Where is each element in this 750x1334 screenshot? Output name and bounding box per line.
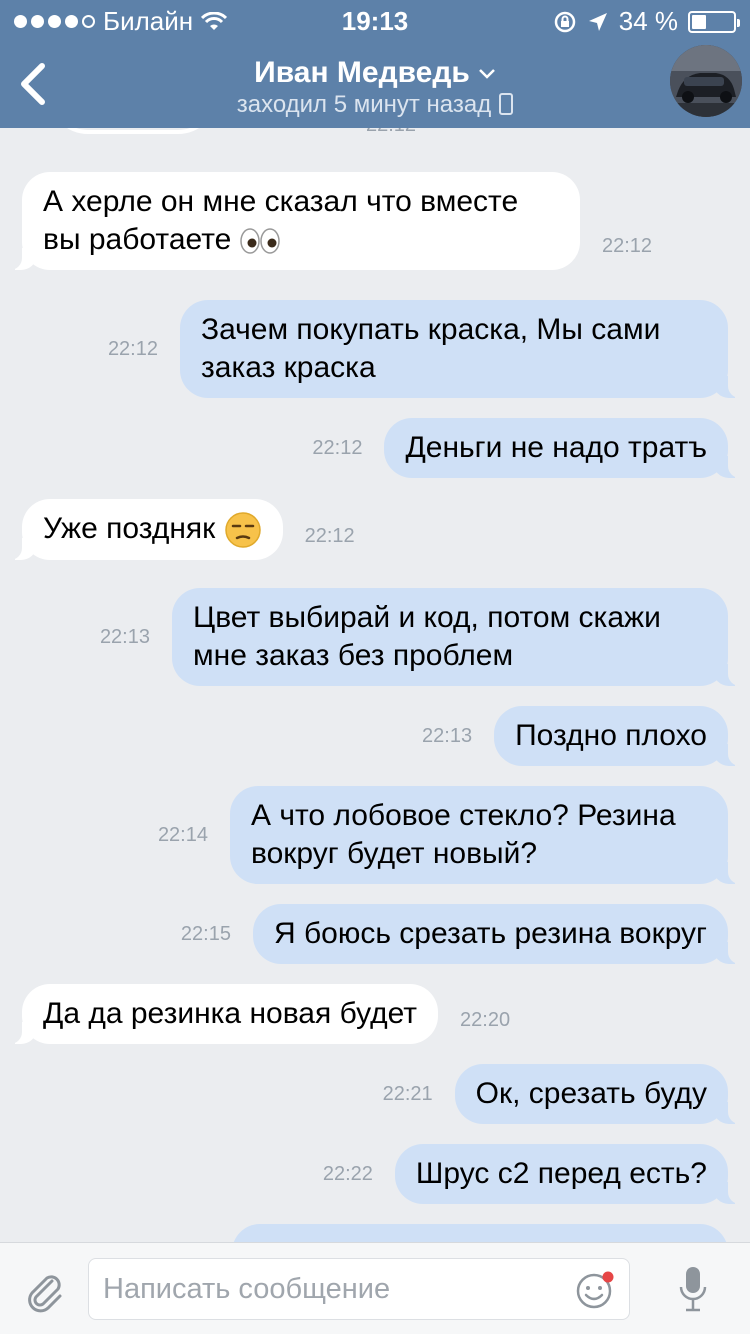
message-incoming: А херле он мне сказал что вместе вы рабо… xyxy=(8,172,653,270)
phone-icon xyxy=(499,93,514,115)
message-outgoing: 22:21 Ок, срезать буду xyxy=(382,1064,743,1124)
message-time: 22:12 xyxy=(366,128,416,137)
microphone-icon[interactable] xyxy=(678,1265,708,1313)
message-text: Уже поздняк xyxy=(43,512,216,545)
message-list[interactable]: 22:12 А херле он мне сказал что вместе в… xyxy=(0,128,750,1242)
message-input[interactable] xyxy=(103,1259,563,1319)
message-bubble[interactable]: Зачем покупать краска, Мы сами заказ кра… xyxy=(180,300,742,398)
message-time: 22:12 xyxy=(312,436,363,459)
battery-icon xyxy=(688,10,740,33)
message-text: Цвет выбирай и код, потом скажи мне зака… xyxy=(193,601,661,672)
composer-bar xyxy=(0,1242,750,1334)
message-bubble[interactable]: Уже поздняк xyxy=(8,499,283,561)
message-bubble[interactable]: Шрус с2 перед есть? xyxy=(394,1144,743,1204)
chat-header: Билайн 19:13 34 % Иван Медведь заходил 5… xyxy=(0,0,750,128)
message-outgoing: 22:12 Зачем покупать краска, Мы сами зак… xyxy=(107,300,742,398)
last-seen-status: заходил 5 минут назад xyxy=(0,91,750,119)
message-bubble[interactable]: Поздно плохо xyxy=(494,706,742,766)
location-arrow-icon xyxy=(588,12,607,31)
contact-name: Иван Медведь xyxy=(254,56,470,89)
message-outgoing: 22:12 Деньги не надо тратъ xyxy=(312,418,742,478)
battery-percent: 34 % xyxy=(618,6,678,36)
paperclip-icon[interactable] xyxy=(22,1269,66,1313)
message-time: 22:15 xyxy=(180,922,231,945)
message-time: 22:14 xyxy=(157,823,208,846)
message-outgoing: 22:15 Я боюсь срезать резина вокруг xyxy=(180,904,743,964)
message-time: 22:12 xyxy=(304,525,355,548)
message-incoming: Да да резинка новая будет 22:20 xyxy=(7,984,511,1044)
message-bubble[interactable]: Цвет выбирай и код, потом скажи мне зака… xyxy=(172,588,742,686)
message-bubble[interactable]: Я боюсь срезать резина вокруг xyxy=(252,904,743,964)
message-text: А херле он мне сказал что вместе вы рабо… xyxy=(43,185,519,256)
message-text: Шрус с2 перед есть? xyxy=(415,1157,707,1190)
message-bubble[interactable]: А херле он мне сказал что вместе вы рабо… xyxy=(8,172,580,270)
lock-rotation-icon xyxy=(554,11,575,32)
message-incoming: Уже поздняк 22:12 xyxy=(8,499,355,561)
sticker-partial xyxy=(48,128,218,134)
message-bubble[interactable]: Да да резинка новая будет xyxy=(7,984,439,1044)
contact-title[interactable]: Иван Медведь xyxy=(0,56,750,90)
message-field[interactable] xyxy=(88,1258,630,1320)
message-outgoing: 22:22 Шрус с2 перед есть? xyxy=(322,1144,743,1204)
message-text: Поздно плохо xyxy=(515,719,707,752)
car-photo-image xyxy=(670,45,742,117)
eyes-emoji xyxy=(239,228,280,254)
message-time: 22:13 xyxy=(99,625,150,648)
status-bar: Билайн 19:13 34 % xyxy=(0,0,750,40)
message-time: 22:21 xyxy=(382,1082,433,1105)
message-text: А что лобовое стекло? Резина вокруг буде… xyxy=(251,799,676,870)
message-time: 22:12 xyxy=(107,337,158,360)
message-outgoing: 22:13 Цвет выбирай и код, потом скажи мн… xyxy=(99,588,742,686)
message-time: 22:20 xyxy=(460,1009,511,1031)
avatar[interactable] xyxy=(670,45,742,117)
message-bubble-partial xyxy=(232,1224,728,1242)
chevron-down-icon xyxy=(478,69,495,79)
message-outgoing: 22:14 А что лобовое стекло? Резина вокру… xyxy=(157,786,742,884)
unamused-face-emoji xyxy=(224,512,261,548)
smile-icon[interactable] xyxy=(575,1270,615,1310)
message-outgoing: 22:13 Поздно плохо xyxy=(422,706,742,766)
message-time: 22:13 xyxy=(422,724,473,747)
message-text: Ок, срезать буду xyxy=(475,1077,707,1110)
message-bubble[interactable]: Деньги не надо тратъ xyxy=(384,418,742,478)
last-seen-text: заходил 5 минут назад xyxy=(236,91,492,118)
message-text: Деньги не надо тратъ xyxy=(405,431,707,464)
message-text: Зачем покупать краска, Мы сами заказ кра… xyxy=(201,313,661,384)
message-time: 22:12 xyxy=(602,235,653,257)
message-text: Я боюсь срезать резина вокруг xyxy=(273,917,707,950)
message-time: 22:22 xyxy=(322,1162,373,1185)
message-bubble[interactable]: А что лобовое стекло? Резина вокруг буде… xyxy=(230,786,742,884)
message-bubble[interactable]: Ок, срезать буду xyxy=(454,1064,743,1124)
message-text: Да да резинка новая будет xyxy=(43,997,418,1030)
